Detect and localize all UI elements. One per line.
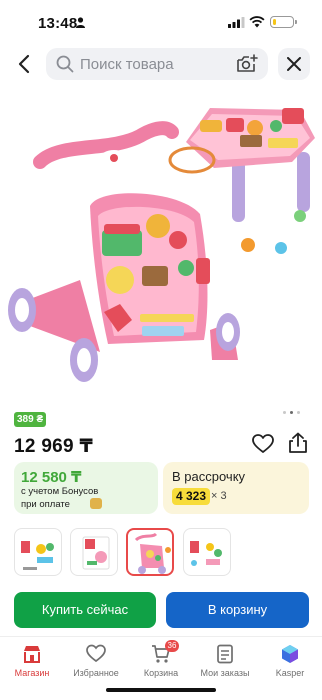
favorite-heart-icon[interactable] <box>252 434 274 454</box>
pagination-dot <box>297 411 300 414</box>
pagination-dot-active <box>290 411 293 414</box>
search-header <box>0 44 322 86</box>
tab-my-orders[interactable]: Мои заказы <box>193 643 257 683</box>
thumbnail-image <box>82 536 110 570</box>
search-input[interactable] <box>80 54 230 74</box>
signal-icon <box>228 17 245 28</box>
close-icon <box>287 57 301 71</box>
buy-now-button[interactable]: Купить сейчас <box>14 592 156 628</box>
gallery-pagination <box>283 411 300 414</box>
installment-card[interactable]: В рассрочку 4 323 × 3 <box>163 462 309 514</box>
cart-count-badge: 36 <box>165 640 179 652</box>
heart-icon <box>86 644 106 663</box>
person-icon <box>76 17 85 28</box>
thumbnail-2[interactable] <box>70 528 118 576</box>
status-bar: 13:48 <box>0 0 322 44</box>
installment-title: В рассрочку <box>172 469 246 484</box>
tab-kasper[interactable]: Kasper <box>258 643 322 683</box>
price-badge: 389 ₴ <box>14 412 47 427</box>
tab-label: Избранное <box>73 668 119 678</box>
installment-multiplier: × 3 <box>211 490 227 502</box>
thumbnail-3-selected[interactable] <box>126 528 174 576</box>
tab-label: Магазин <box>14 668 50 678</box>
battery-level <box>272 18 277 25</box>
kasper-icon <box>282 645 298 663</box>
product-price: 12 969 ₸ <box>14 436 94 457</box>
add-to-cart-button[interactable]: В корзину <box>166 592 309 628</box>
back-arrow-icon[interactable] <box>14 52 36 76</box>
bonus-price: 12 580 ₸ <box>21 469 82 486</box>
tab-favorites[interactable]: Избранное <box>64 643 128 683</box>
bonus-price-card[interactable]: 12 580 ₸ с учетом Бонусов при оплате <box>14 462 158 514</box>
orders-icon <box>217 644 233 664</box>
search-icon <box>56 55 74 73</box>
home-indicator <box>106 688 216 692</box>
tab-cart[interactable]: 36 Корзина <box>129 640 193 683</box>
thumbnail-4[interactable] <box>183 528 231 576</box>
shop-icon <box>24 646 40 663</box>
close-button[interactable] <box>278 48 310 80</box>
battery-icon <box>270 16 297 28</box>
bonus-note-line2: при оплате <box>21 499 70 510</box>
search-bar[interactable] <box>46 48 268 80</box>
pagination-dot <box>283 411 286 414</box>
product-image <box>8 108 315 382</box>
status-time: 13:48 <box>38 15 78 32</box>
installment-amount: 4 323 <box>172 488 211 505</box>
bonus-wallet-icon <box>90 498 102 509</box>
share-icon[interactable] <box>288 432 308 454</box>
thumbnail-image <box>21 541 54 570</box>
tab-label: Мои заказы <box>200 668 250 678</box>
bonus-note-line1: с учетом Бонусов <box>21 486 99 497</box>
tab-shop[interactable]: Магазин <box>0 643 64 683</box>
wifi-icon <box>249 16 265 28</box>
product-image-gallery[interactable] <box>0 90 322 405</box>
thumbnail-image <box>190 541 222 566</box>
thumbnail-image <box>134 532 171 574</box>
thumbnail-1[interactable] <box>14 528 62 576</box>
tab-label: Корзина <box>143 668 179 678</box>
camera-search-icon[interactable] <box>236 54 258 74</box>
tab-label: Kasper <box>275 668 305 678</box>
